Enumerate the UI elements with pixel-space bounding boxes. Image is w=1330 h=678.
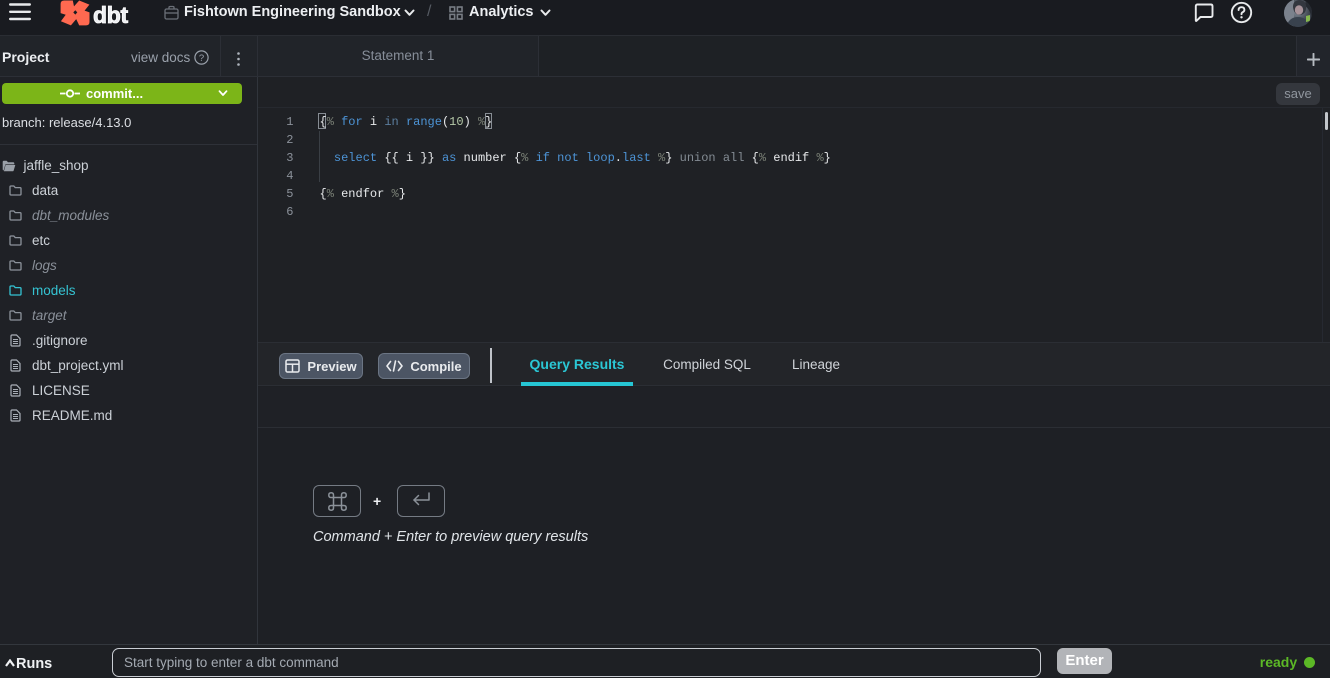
svg-text:?: ? [199, 52, 204, 63]
